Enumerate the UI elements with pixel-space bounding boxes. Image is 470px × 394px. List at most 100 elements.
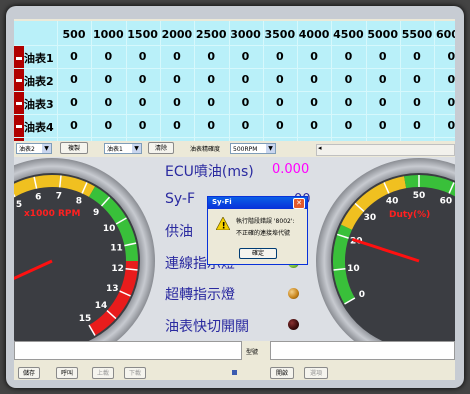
row-tick bbox=[16, 57, 22, 60]
ok-button[interactable]: 確定 bbox=[239, 248, 277, 259]
dialog-title: Sy-Fi bbox=[212, 198, 232, 206]
rpm-header: 5000 bbox=[367, 28, 398, 41]
table-cell[interactable]: 0 bbox=[297, 50, 331, 63]
table-cell[interactable]: 0 bbox=[297, 73, 331, 86]
grid-line bbox=[14, 68, 455, 69]
duty-gauge: 0102030405060708090100 Duty(%) bbox=[316, 158, 455, 341]
table-cell[interactable]: 0 bbox=[366, 50, 400, 63]
rpm-header: 4000 bbox=[298, 28, 330, 41]
call-button[interactable]: 呼叫 bbox=[56, 367, 78, 379]
grid-line bbox=[14, 45, 455, 46]
bottom-bar: 型號 儲存 呼叫 上載 下載 開啟 選項 bbox=[14, 341, 455, 380]
table-cell[interactable]: 0 bbox=[126, 50, 160, 63]
table-cell[interactable]: 0 bbox=[160, 96, 194, 109]
table-cell[interactable]: 0 bbox=[400, 119, 434, 132]
syfi-label: Sy-F bbox=[165, 191, 196, 207]
meter-select-value: 油表2 bbox=[19, 146, 35, 153]
duty-tick-label: 40 bbox=[386, 197, 399, 207]
meter-select-2[interactable]: 油表1 ▼ bbox=[104, 143, 142, 154]
grid-line bbox=[434, 21, 436, 141]
table-cell[interactable]: 0 bbox=[194, 50, 228, 63]
table-cell[interactable]: 0 bbox=[229, 96, 263, 109]
copy-button[interactable]: 複製 bbox=[60, 142, 88, 154]
precision-select[interactable]: 500RPM ▼ bbox=[230, 143, 276, 154]
horizontal-scrollbar[interactable]: ◂ bbox=[316, 144, 455, 156]
table-cell[interactable]: 0 bbox=[160, 119, 194, 132]
table-cell[interactable]: 0 bbox=[160, 73, 194, 86]
table-cell[interactable]: 0 bbox=[194, 96, 228, 109]
table-cell[interactable]: 0 bbox=[263, 119, 297, 132]
overspeed-indicator-label: 超轉指示燈 bbox=[165, 287, 235, 303]
table-cell[interactable]: 0 bbox=[434, 119, 455, 132]
rpm-header: 1500 bbox=[127, 28, 158, 41]
download-button[interactable]: 下載 bbox=[124, 367, 146, 379]
table-cell[interactable]: 0 bbox=[263, 73, 297, 86]
table-cell[interactable]: 0 bbox=[160, 50, 194, 63]
table-cell[interactable]: 0 bbox=[331, 50, 365, 63]
table-cell[interactable]: 0 bbox=[229, 119, 263, 132]
table-cell[interactable]: 0 bbox=[126, 119, 160, 132]
model-field[interactable] bbox=[270, 341, 455, 360]
table-cell[interactable]: 0 bbox=[331, 119, 365, 132]
fuel-cutoff-switch[interactable] bbox=[288, 319, 299, 330]
table-cell[interactable]: 0 bbox=[57, 50, 91, 63]
table-cell[interactable]: 0 bbox=[297, 119, 331, 132]
table-cell[interactable]: 0 bbox=[263, 96, 297, 109]
upload-button[interactable]: 上載 bbox=[92, 367, 114, 379]
table-cell[interactable]: 0 bbox=[297, 96, 331, 109]
row-tick bbox=[16, 102, 22, 105]
save-button[interactable]: 儲存 bbox=[18, 367, 40, 379]
duty-tick-label: 0 bbox=[359, 290, 365, 300]
table-cell[interactable]: 0 bbox=[366, 73, 400, 86]
rpm-header: 500 bbox=[62, 28, 86, 41]
table-cell[interactable]: 0 bbox=[57, 96, 91, 109]
table-cell[interactable]: 0 bbox=[194, 119, 228, 132]
table-cell[interactable]: 0 bbox=[400, 73, 434, 86]
open-button[interactable]: 開啟 bbox=[270, 367, 294, 379]
precision-label: 油表精確度 bbox=[190, 146, 221, 153]
table-cell[interactable]: 0 bbox=[57, 119, 91, 132]
table-cell[interactable]: 0 bbox=[91, 73, 125, 86]
rpm-tick-label: 7 bbox=[56, 191, 62, 201]
status-box-left bbox=[14, 341, 242, 360]
row-tick bbox=[16, 125, 22, 128]
dialog-titlebar: Sy-Fi ✕ bbox=[208, 197, 307, 209]
supply-label: 供油 bbox=[165, 224, 193, 240]
table-cell[interactable]: 0 bbox=[400, 96, 434, 109]
options-button[interactable]: 選項 bbox=[304, 367, 328, 379]
grid-line bbox=[14, 91, 455, 92]
close-icon[interactable]: ✕ bbox=[293, 198, 305, 209]
table-cell[interactable]: 0 bbox=[434, 96, 455, 109]
table-cell[interactable]: 0 bbox=[126, 96, 160, 109]
duty-unit-label: Duty(%) bbox=[389, 210, 430, 220]
meter-select[interactable]: 油表2 ▼ bbox=[16, 143, 52, 154]
rpm-tick-label: 6 bbox=[35, 192, 41, 202]
ecu-injection-label: ECU噴油(ms) bbox=[165, 164, 254, 180]
table-cell[interactable]: 0 bbox=[366, 96, 400, 109]
grid-line bbox=[91, 21, 93, 141]
table-cell[interactable]: 0 bbox=[229, 73, 263, 86]
rpm-tick-label: 13 bbox=[106, 284, 119, 294]
clear-button[interactable]: 清除 bbox=[148, 142, 174, 154]
table-cell[interactable]: 0 bbox=[331, 73, 365, 86]
scroll-left-icon[interactable]: ◂ bbox=[318, 144, 322, 152]
table-cell[interactable]: 0 bbox=[194, 73, 228, 86]
chevron-down-icon: ▼ bbox=[42, 144, 51, 153]
rpm-tick-label: 10 bbox=[103, 224, 116, 234]
table-cell[interactable]: 0 bbox=[126, 73, 160, 86]
table-cell[interactable]: 0 bbox=[57, 73, 91, 86]
table-cell[interactable]: 0 bbox=[91, 50, 125, 63]
row-label: 油表3 bbox=[24, 96, 56, 112]
table-cell[interactable]: 0 bbox=[91, 96, 125, 109]
rpm-tick-label: 14 bbox=[95, 301, 108, 311]
table-cell[interactable]: 0 bbox=[400, 50, 434, 63]
table-cell[interactable]: 0 bbox=[434, 73, 455, 86]
table-cell[interactable]: 0 bbox=[434, 50, 455, 63]
table-cell[interactable]: 0 bbox=[331, 96, 365, 109]
table-cell[interactable]: 0 bbox=[91, 119, 125, 132]
rpm-header: 3500 bbox=[264, 28, 296, 41]
table-cell[interactable]: 0 bbox=[263, 50, 297, 63]
table-cell[interactable]: 0 bbox=[366, 119, 400, 132]
dialog-message-line2: 不正確的連接埠代號 bbox=[236, 230, 291, 237]
table-cell[interactable]: 0 bbox=[229, 50, 263, 63]
